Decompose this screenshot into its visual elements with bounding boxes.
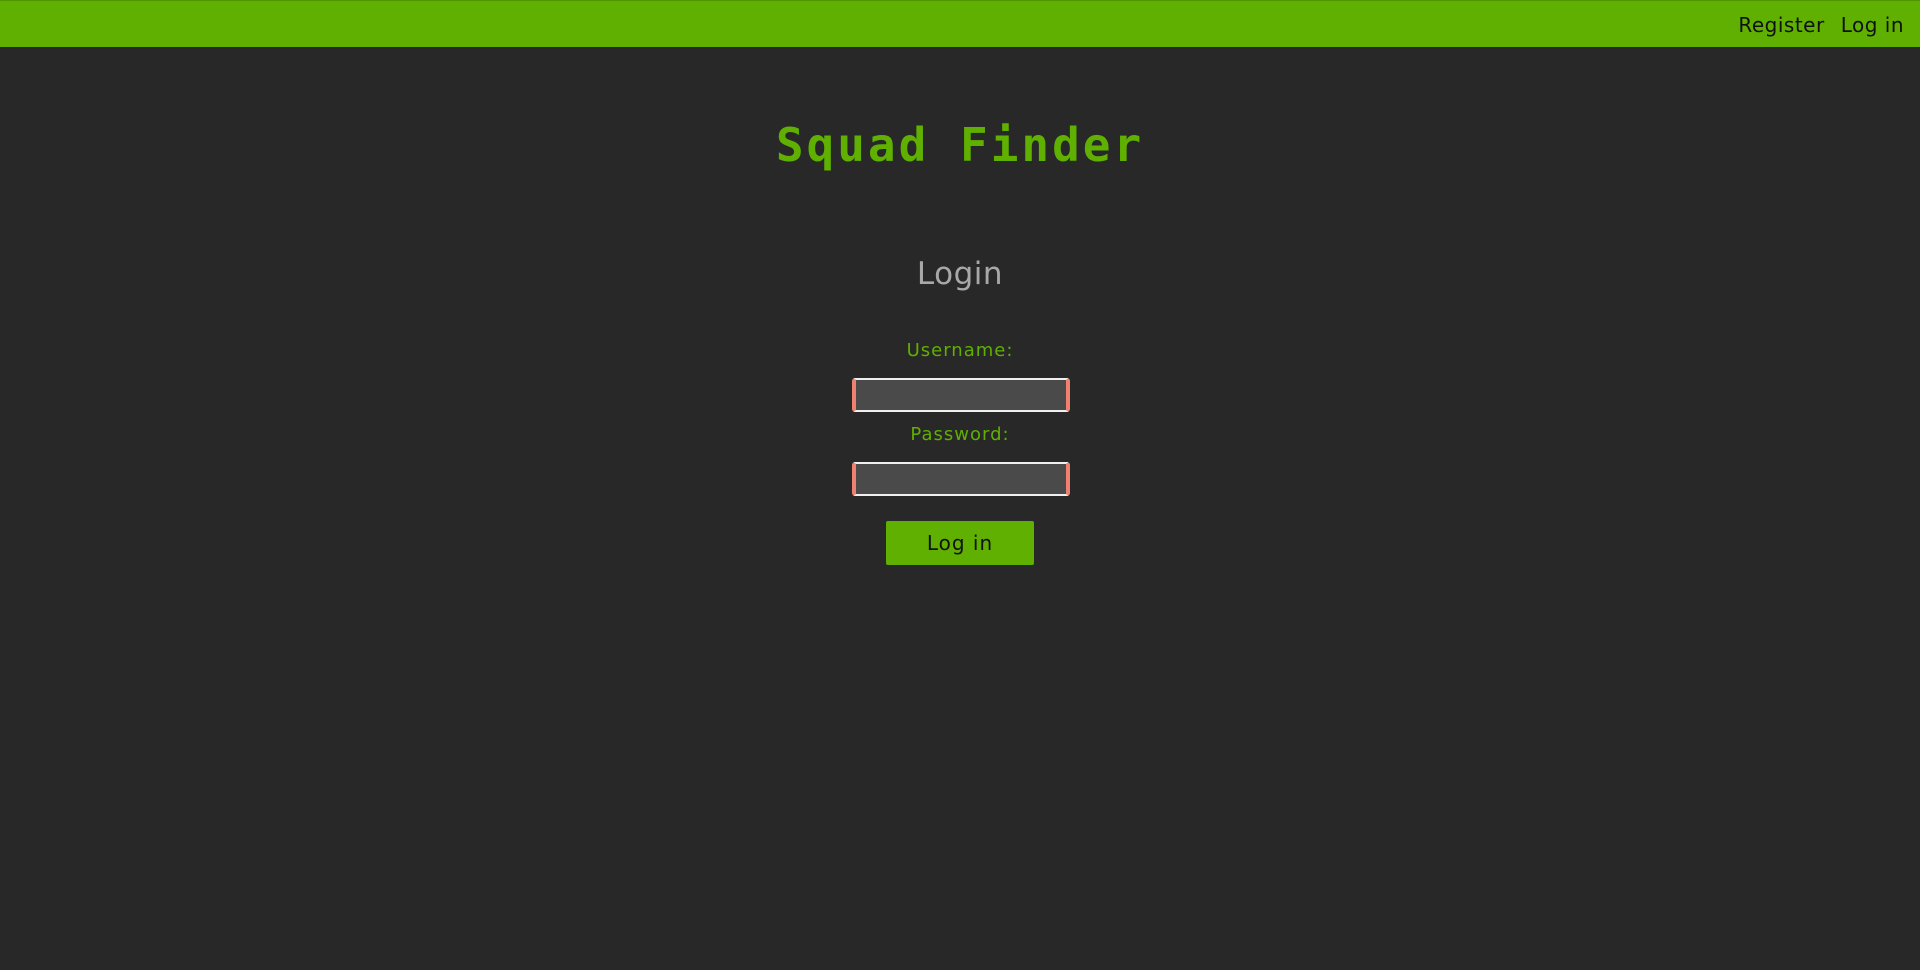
top-navbar: Register Log in (0, 0, 1920, 47)
login-link[interactable]: Log in (1841, 13, 1904, 37)
site-title: Squad Finder (775, 118, 1145, 172)
password-label: Password: (910, 424, 1010, 445)
password-input[interactable] (852, 462, 1070, 496)
username-input[interactable] (852, 378, 1070, 412)
register-link[interactable]: Register (1738, 13, 1824, 37)
login-heading: Login (916, 256, 1004, 292)
top-nav-links: Register Log in (1738, 13, 1904, 37)
login-submit-button[interactable]: Log in (886, 521, 1034, 565)
username-label: Username: (906, 340, 1014, 361)
